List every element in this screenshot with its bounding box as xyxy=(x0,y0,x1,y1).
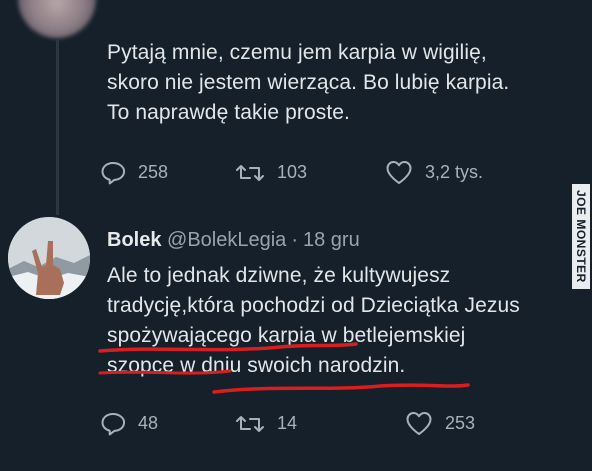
retweet-icon xyxy=(236,415,264,432)
author-line: Bolek @BolekLegia · 18 gru xyxy=(107,229,360,252)
tweet-text: Pytają mnie, czemu jem karpia w wigilię,… xyxy=(107,38,577,128)
retweet-button[interactable]: 103 xyxy=(235,162,385,184)
reply-icon xyxy=(101,161,126,184)
reply-icon xyxy=(101,412,126,435)
tweet-actions: 258 103 3,2 tys. xyxy=(100,160,483,185)
tweet-text-line: Pytają mnie, czemu jem karpia w wigilię, xyxy=(107,41,487,64)
thread-line xyxy=(56,40,59,215)
tweet-text-line: spożywającego karpia w betlejemskiej xyxy=(107,324,466,347)
tweet-actions: 48 14 253 xyxy=(100,411,475,436)
tweet-date[interactable]: 18 gru xyxy=(303,229,360,251)
reply-count: 48 xyxy=(138,413,159,433)
like-button[interactable]: 3,2 tys. xyxy=(385,160,483,185)
like-button[interactable]: 253 xyxy=(405,411,475,436)
heart-icon xyxy=(406,412,432,435)
tweet-reply: Bolek @BolekLegia · 18 gru Ale to jednak d… xyxy=(0,213,592,471)
tweet-text-line: szopce w dniu swoich narodzin. xyxy=(107,354,406,377)
retweet-count: 103 xyxy=(277,162,308,182)
tweet-text-line: To naprawdę takie proste. xyxy=(107,101,350,124)
retweet-button[interactable]: 14 xyxy=(235,413,405,435)
retweet-count: 14 xyxy=(277,413,298,433)
tweet-text: Ale to jednak dziwne, że kultywujesz tra… xyxy=(107,261,587,381)
tweet-text-line: tradycję,która pochodzi od Dzieciątka Je… xyxy=(107,294,520,317)
avatar-blurred[interactable] xyxy=(18,0,96,38)
author-name[interactable]: Bolek xyxy=(107,229,161,251)
heart-icon xyxy=(386,161,412,184)
tweet-text-line: Ale to jednak dziwne, że kultywujesz xyxy=(107,264,451,287)
like-count: 253 xyxy=(445,413,476,433)
reply-count: 258 xyxy=(138,162,169,182)
separator-dot: · xyxy=(291,229,298,251)
avatar-hand-image xyxy=(8,217,90,299)
tweet-text-line: skoro nie jestem wierząca. Bo lubię karp… xyxy=(107,71,510,94)
author-handle[interactable]: @BolekLegia xyxy=(167,229,286,251)
like-count: 3,2 tys. xyxy=(425,162,484,182)
avatar-photo[interactable] xyxy=(8,217,90,299)
retweet-icon xyxy=(236,164,264,181)
tweet-original: Pytają mnie, czemu jem karpia w wigilię,… xyxy=(0,0,592,215)
reply-button[interactable]: 258 xyxy=(100,161,235,185)
watermark: JOE MONSTER xyxy=(572,184,590,289)
reply-button[interactable]: 48 xyxy=(100,412,235,436)
